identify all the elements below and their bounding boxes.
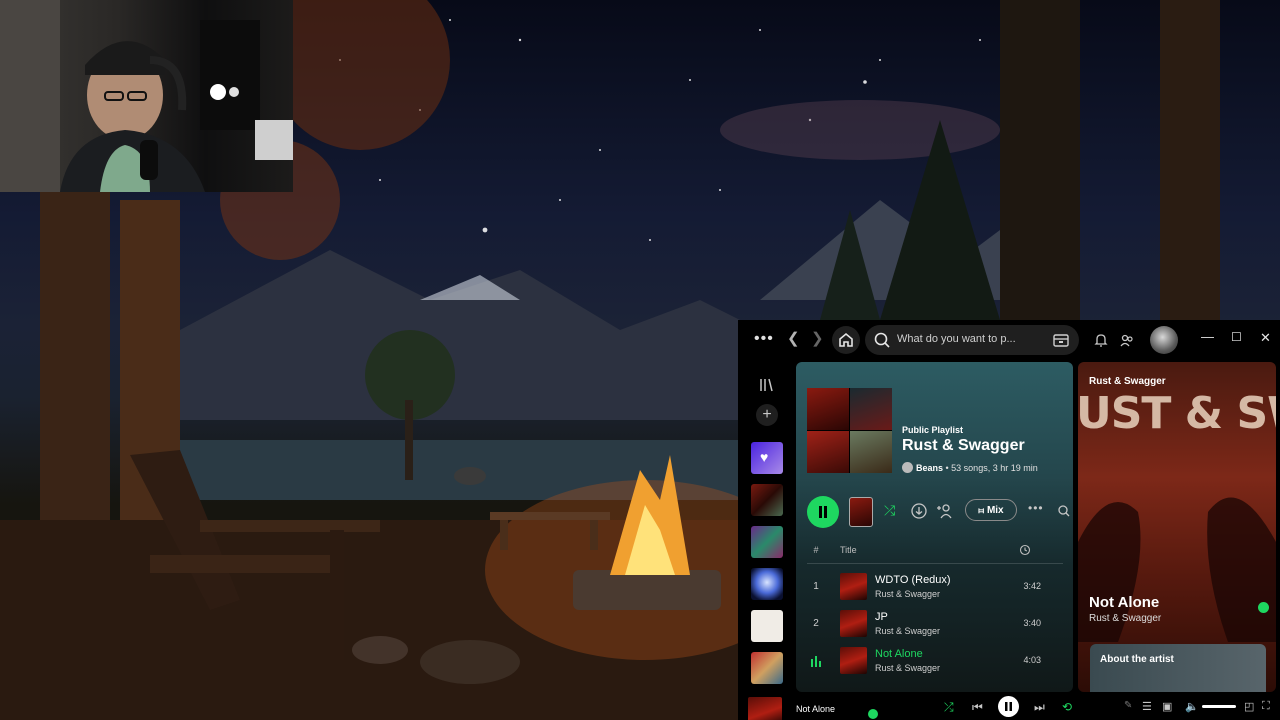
home-icon [839,332,853,347]
track-title[interactable]: Not Alone [875,648,923,660]
track-number: 1 [813,581,819,592]
library-item-playlist-4[interactable] [751,610,783,642]
cover-tile-2 [850,388,892,430]
mix-button[interactable]: ⧦ Mix [965,499,1017,521]
player-track-title[interactable]: Not Alone [796,704,835,714]
fullscreen-icon[interactable]: ⛶ [1262,700,1270,713]
minimize-icon[interactable]: — [1201,329,1214,344]
track-artist[interactable]: Rust & Swagger [875,589,940,599]
about-the-artist-card[interactable]: About the artist [1090,644,1266,692]
friend-activity-icon[interactable] [1119,332,1135,348]
download-icon[interactable] [910,502,928,520]
track-duration: 3:42 [1023,581,1041,591]
repeat-icon[interactable]: ⟲ [1062,700,1072,714]
playlist-meta: Beans • 53 songs, 3 hr 19 min [902,462,1038,473]
webcam-overlay [0,0,293,192]
home-button[interactable] [832,326,860,354]
maximize-icon[interactable]: ☐ [1231,330,1242,344]
volume-slider[interactable] [1202,705,1236,708]
queue-icon[interactable]: ☰ [1142,700,1152,713]
header-title[interactable]: Title [840,545,857,555]
more-dots-icon[interactable]: ••• [754,331,774,347]
player-shuffle-icon[interactable]: ⤮ [944,700,954,715]
shuffle-icon[interactable]: ⤮ [884,502,895,519]
tracklist-header: # Title [807,544,1063,564]
liked-songs-thumbnail[interactable]: ♥ [751,442,783,474]
search-input[interactable]: What do you want to p... [865,325,1079,355]
track-artist[interactable]: Rust & Swagger [875,663,940,673]
track-row-playing[interactable]: Not Alone Rust & Swagger 4:03 [807,644,1063,678]
track-title[interactable]: WDTO (Redux) [875,574,951,586]
player-pause-icon [1005,702,1012,711]
saved-check-icon[interactable] [1258,602,1269,613]
track-duration: 4:03 [1023,655,1041,665]
track-artwork [840,573,867,600]
miniplayer-icon[interactable]: ◰ [1244,700,1254,713]
close-icon[interactable]: ✕ [1260,330,1271,346]
create-playlist-plus-icon[interactable]: + [756,404,778,426]
track-duration: 3:40 [1023,618,1041,628]
library-icon[interactable] [757,375,777,395]
connect-device-icon[interactable]: ▣ [1162,700,1172,713]
pause-icon [819,506,827,518]
play-pause-button[interactable] [807,496,839,528]
top-bar: ••• ❮ ❯ What do you want to p... — ☐ ✕ [738,320,1280,360]
track-row[interactable]: 2 JP Rust & Swagger 3:40 [807,607,1063,641]
mix-label: Mix [986,505,1004,516]
library-item-playlist-2[interactable] [751,526,783,558]
library-item-playlist-5[interactable] [751,652,783,684]
notifications-bell-icon[interactable] [1093,332,1109,348]
player-bar: Not Alone ⤮ ⏮ ⏭ ⟲ ✎ ☰ ▣ 🔈 ◰ ⛶ [738,692,1280,720]
previous-track-icon[interactable]: ⏮ [972,700,983,715]
playlist-type-label: Public Playlist [902,425,964,435]
playlist-cover [807,388,892,473]
now-playing-panel: UST & SWAGG Rust & Swagger Not Alone Rus… [1078,362,1276,692]
owner-avatar [902,462,913,473]
playlist-search-icon[interactable] [1057,504,1071,518]
header-number: # [813,545,819,555]
player-pause-button[interactable] [998,696,1019,717]
track-title[interactable]: JP [875,611,888,623]
heart-icon: ♥ [760,449,769,465]
playlist-stats: • 53 songs, 3 hr 19 min [943,463,1038,473]
search-icon [874,332,890,348]
library-sidebar: + ♥ [738,360,792,690]
player-track-artwork[interactable] [748,697,782,720]
now-playing-track-title[interactable]: Not Alone [1089,594,1159,611]
back-arrow-icon[interactable]: ❮ [787,331,800,347]
library-item-rust-swagger[interactable] [751,484,783,516]
equalizer-playing-icon [811,656,821,667]
cover-tile-4 [850,431,892,473]
mix-sliders-icon: ⧦ [978,505,984,515]
forward-arrow-icon[interactable]: ❯ [811,331,824,347]
now-playing-panel-title[interactable]: Rust & Swagger [1089,376,1166,387]
playlist-owner[interactable]: Beans [916,463,943,473]
volume-icon[interactable]: 🔈 [1185,700,1199,713]
preview-thumbnail[interactable] [849,497,873,527]
lyrics-icon[interactable]: ✎ [1124,700,1132,711]
track-number: 2 [813,618,819,629]
cover-tile-3 [807,431,849,473]
cover-tile-1 [807,388,849,430]
webcam-person-image [0,0,293,192]
about-the-artist-label: About the artist [1100,654,1174,665]
playlist-view: Public Playlist Rust & Swagger Beans • 5… [796,362,1073,692]
next-track-icon[interactable]: ⏭ [1034,700,1045,715]
browse-icon[interactable] [1051,330,1071,350]
library-item-playlist-3[interactable] [751,568,783,600]
invite-collaborators-icon[interactable] [936,502,954,520]
track-artwork [840,610,867,637]
spotify-window: ••• ❮ ❯ What do you want to p... — ☐ ✕ +… [738,320,1280,720]
track-artist[interactable]: Rust & Swagger [875,626,940,636]
track-artwork [840,647,867,674]
playlist-title: Rust & Swagger [902,437,1025,454]
track-row[interactable]: 1 WDTO (Redux) Rust & Swagger 3:42 [807,570,1063,604]
user-avatar[interactable] [1150,326,1178,354]
duration-clock-icon [1019,544,1031,556]
player-saved-check-icon[interactable] [868,709,878,719]
now-playing-artist[interactable]: Rust & Swagger [1089,613,1161,624]
search-placeholder: What do you want to p... [897,333,1016,345]
more-options-icon[interactable]: ••• [1028,501,1044,515]
